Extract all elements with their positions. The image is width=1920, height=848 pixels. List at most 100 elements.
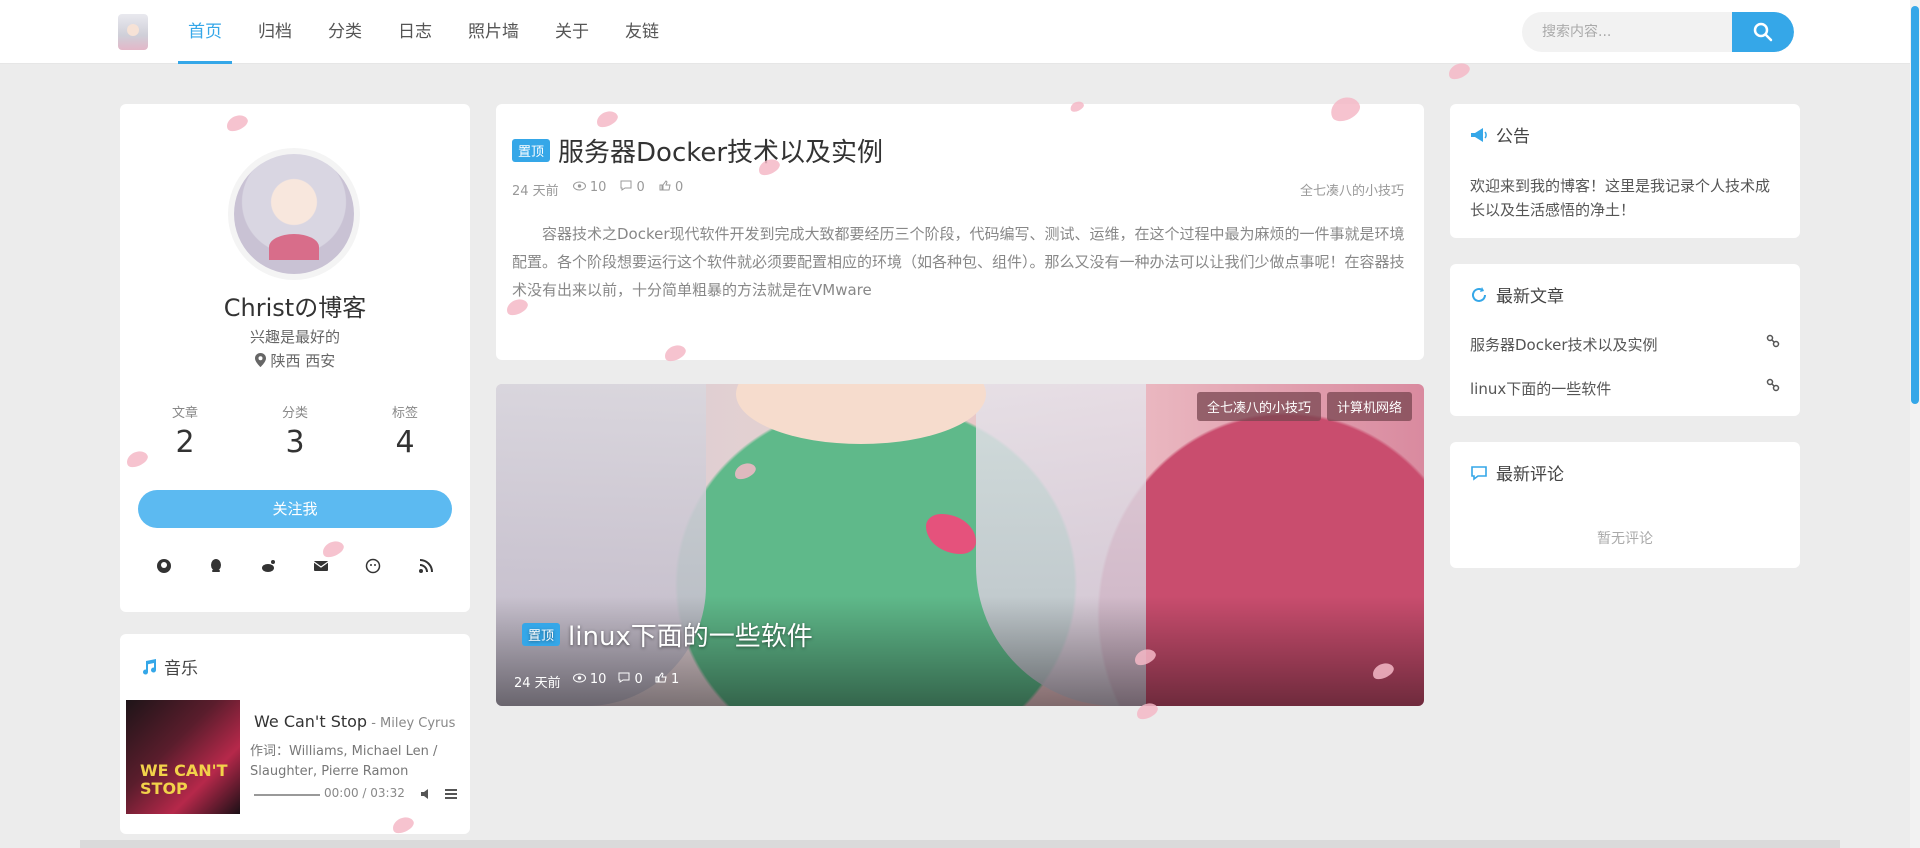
stat-tags[interactable]: 标签 4	[360, 402, 450, 460]
article-tag[interactable]: 计算机网络	[1326, 392, 1412, 421]
nav-item-links[interactable]: 友链	[607, 0, 677, 64]
like-icon	[659, 180, 671, 191]
nav-item-category[interactable]: 分类	[310, 0, 380, 64]
location-pin-icon	[254, 353, 266, 367]
nav-item-photos[interactable]: 照片墙	[450, 0, 537, 64]
pinned-badge: 置顶	[522, 623, 561, 646]
profile-name: Christの博客	[223, 294, 367, 322]
song-title: We Can't Stop	[254, 712, 368, 731]
article-title[interactable]: 置顶 服务器Docker技术以及实例	[512, 132, 883, 169]
cover-art-shape	[736, 384, 986, 444]
search-input[interactable]	[1522, 12, 1734, 52]
latest-article-title: 服务器Docker技术以及实例	[1470, 336, 1658, 354]
profile-stats: 文章 2 分类 3 标签 4	[140, 402, 450, 460]
music-title-text: 音乐	[164, 659, 198, 679]
search-button[interactable]	[1732, 12, 1794, 52]
github-icon[interactable]	[154, 556, 174, 576]
latest-title-text: 最新文章	[1496, 287, 1564, 307]
qq-icon[interactable]	[206, 556, 226, 576]
article-views: 10	[572, 180, 607, 199]
page-scrollbar[interactable]	[1910, 0, 1920, 848]
article-likes: 1	[655, 672, 679, 691]
comments-title: 最新评论	[1470, 460, 1564, 485]
search-icon	[1753, 22, 1773, 42]
article-excerpt: 容器技术之Docker现代软件开发到完成大致都要经历三个阶段，代码编写、测试、运…	[512, 225, 1405, 299]
nav-item-home[interactable]: 首页	[170, 0, 240, 64]
article-title-text: linux下面的一些软件	[568, 622, 813, 652]
notice-title-text: 公告	[1496, 127, 1530, 147]
follow-button[interactable]: 关注我	[138, 490, 452, 528]
song-artist: - Miley Cyrus	[367, 716, 456, 731]
cover-art-bow	[926, 514, 976, 554]
play-progress-bar[interactable]	[254, 794, 320, 796]
link-icon	[1766, 334, 1780, 348]
stat-value: 4	[395, 425, 415, 460]
article-card-image[interactable]: 全七凑八的小技巧 计算机网络 置顶 linux下面的一些软件 24 天前 10 …	[496, 384, 1424, 706]
chat-bubble-icon	[1471, 465, 1487, 481]
wechat-icon[interactable]	[363, 556, 383, 576]
article-meta: 24 天前 10 0 1	[514, 672, 679, 691]
play-time: 00:00 / 03:32	[324, 786, 405, 800]
rss-icon[interactable]	[416, 556, 436, 576]
comments-count: 0	[636, 180, 645, 195]
comments-empty: 暂无评论	[1597, 531, 1653, 547]
latest-articles-widget: 最新文章 服务器Docker技术以及实例 linux下面的一些软件	[1450, 264, 1800, 416]
profile-card: Christの博客 兴趣是最好的 陕西 西安 文章 2 分类 3 标签 4 关注…	[120, 104, 470, 612]
views-count: 10	[589, 672, 607, 687]
latest-title: 最新文章	[1470, 282, 1564, 307]
latest-article-item[interactable]: 服务器Docker技术以及实例	[1470, 334, 1780, 355]
notice-title: 公告	[1470, 122, 1530, 147]
main-nav: 首页 归档 分类 日志 照片墙 关于 友链	[170, 0, 677, 64]
avatar[interactable]	[234, 154, 354, 274]
likes-count: 0	[674, 180, 684, 195]
stat-label: 文章	[171, 406, 198, 421]
latest-comments-widget: 最新评论 暂无评论	[1450, 442, 1800, 568]
music-note-icon	[143, 658, 157, 675]
article-tag[interactable]: 全七凑八的小技巧	[1196, 392, 1321, 421]
refresh-icon	[1472, 286, 1486, 302]
album-cover[interactable]: WE CAN'T STOP	[126, 700, 240, 814]
pinned-badge: 置顶	[512, 139, 551, 162]
article-title[interactable]: 置顶 linux下面的一些软件	[522, 616, 813, 653]
nav-item-journal[interactable]: 日志	[380, 0, 450, 64]
eye-icon	[572, 673, 586, 683]
nav-item-archive[interactable]: 归档	[240, 0, 310, 64]
stat-categories[interactable]: 分类 3	[250, 402, 340, 460]
email-icon[interactable]	[311, 556, 331, 576]
article-category[interactable]: 全七凑八的小技巧	[1300, 180, 1404, 199]
stat-value: 3	[285, 425, 305, 460]
article-likes: 0	[659, 180, 683, 199]
weibo-icon[interactable]	[259, 556, 279, 576]
likes-count: 1	[670, 672, 680, 687]
article-meta: 24 天前 10 0 0	[512, 180, 683, 199]
link-icon	[1766, 378, 1780, 392]
article-card[interactable]: 置顶 服务器Docker技术以及实例 24 天前 10 0 0 全七凑八的小技巧…	[496, 104, 1424, 360]
stat-articles[interactable]: 文章 2	[140, 402, 230, 460]
song-lyric: 作词：Williams, Michael Len / Slaughter, Pi…	[250, 744, 438, 779]
nav-item-about[interactable]: 关于	[537, 0, 607, 64]
album-cover-text: WE CAN'T STOP	[140, 761, 228, 798]
site-logo[interactable]	[118, 14, 148, 50]
location-text: 陕西 西安	[270, 352, 336, 370]
music-widget-title: 音乐	[140, 654, 198, 679]
playlist-icon[interactable]	[444, 786, 458, 805]
notice-text: 欢迎来到我的博客！这里是我记录个人技术成长以及生活感悟的净土！	[1470, 177, 1771, 219]
social-links	[138, 556, 452, 576]
footer-edge	[80, 840, 1840, 848]
notice-widget: 公告 欢迎来到我的博客！这里是我记录个人技术成长以及生活感悟的净土！	[1450, 104, 1800, 238]
stat-label: 分类	[281, 406, 308, 421]
top-navbar: 首页 归档 分类 日志 照片墙 关于 友链	[0, 0, 1920, 64]
stat-value: 2	[175, 425, 195, 460]
latest-article-item[interactable]: linux下面的一些软件	[1470, 378, 1780, 399]
scrollbar-thumb[interactable]	[1911, 6, 1919, 404]
views-count: 10	[589, 180, 607, 195]
comment-icon	[618, 672, 630, 683]
comments-count: 0	[634, 672, 643, 687]
volume-icon[interactable]	[420, 786, 434, 805]
article-comments: 0	[620, 180, 645, 199]
megaphone-icon	[1471, 127, 1487, 142]
song-info: We Can't Stop - Miley Cyrus	[254, 712, 455, 731]
article-tags: 全七凑八的小技巧 计算机网络	[1196, 392, 1412, 421]
profile-location: 陕西 西安	[120, 350, 470, 371]
comments-title-text: 最新评论	[1496, 465, 1564, 485]
